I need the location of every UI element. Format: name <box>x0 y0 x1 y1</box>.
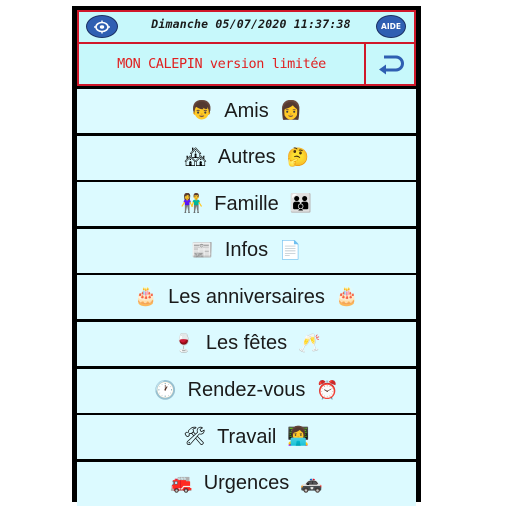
menu-item-label: Amis <box>224 99 269 122</box>
newspaper-icon: 📰 <box>191 239 214 261</box>
woman-laptop-icon: 👩‍💻 <box>287 426 310 448</box>
category-menu: 👦 Amis 👩 🏘 Autres 🤔 👫 Famille 👪 📰 Infos … <box>77 89 416 508</box>
gear-icon <box>94 20 110 33</box>
document-icon: 📄 <box>279 239 302 261</box>
menu-item-label: Rendez-vous <box>187 379 306 402</box>
houses-icon: 🏘 <box>183 146 207 168</box>
tools-icon: 🛠 <box>183 426 207 448</box>
settings-button[interactable] <box>86 15 118 38</box>
menu-item-label: Les anniversaires <box>168 285 325 308</box>
woman-icon: 👩 <box>279 100 303 121</box>
menu-item-amis[interactable]: 👦 Amis 👩 <box>77 89 416 133</box>
menu-item-urgences[interactable]: 🚒 Urgences 🚓 <box>77 461 416 506</box>
birthday-cake-icon: 🎂 <box>335 286 359 308</box>
title-bar: MON CALEPIN version limitée <box>77 44 416 86</box>
menu-item-anniversaires[interactable]: 🎂 Les anniversaires 🎂 <box>77 275 416 320</box>
couple-icon: 👫 <box>180 193 204 215</box>
menu-item-infos[interactable]: 📰 Infos 📄 <box>77 228 416 273</box>
menu-item-label: Travail <box>217 425 277 448</box>
menu-item-label: Infos <box>224 239 269 262</box>
police-car-icon: 🚓 <box>300 472 323 494</box>
status-bar: Dimanche 05/07/2020 11:37:38 AIDE <box>77 10 416 44</box>
app-window: Dimanche 05/07/2020 11:37:38 AIDE MON CA… <box>72 6 421 506</box>
alarm-clock-icon: ⏰ <box>316 379 339 401</box>
menu-item-famille[interactable]: 👫 Famille 👪 <box>77 182 416 227</box>
datetime-display: Dimanche 05/07/2020 11:37:38 <box>151 17 351 31</box>
menu-item-autres[interactable]: 🏘 Autres 🤔 <box>77 135 416 180</box>
clock-icon: 🕐 <box>154 379 177 401</box>
clinking-glasses-icon: 🥂 <box>298 332 321 354</box>
fire-truck-icon: 🚒 <box>170 472 193 494</box>
wine-glass-icon: 🍷 <box>172 332 195 354</box>
boy-icon: 👦 <box>190 100 214 121</box>
family-icon: 👪 <box>289 193 313 215</box>
menu-item-rendez-vous[interactable]: 🕐 Rendez-vous ⏰ <box>77 368 416 413</box>
menu-item-travail[interactable]: 🛠 Travail 👩‍💻 <box>77 415 416 460</box>
menu-item-label: Urgences <box>203 472 290 495</box>
page-title: MON CALEPIN version limitée <box>117 56 326 72</box>
help-button[interactable]: AIDE <box>376 15 406 38</box>
thinking-face-icon: 🤔 <box>286 146 310 168</box>
menu-item-label: Autres <box>217 146 276 169</box>
menu-item-label: Les fêtes <box>205 332 288 355</box>
birthday-cake-icon: 🎂 <box>134 286 158 308</box>
return-arrow-icon <box>379 55 404 75</box>
back-button[interactable] <box>366 44 416 84</box>
menu-item-label: Famille <box>214 192 279 215</box>
menu-item-fetes[interactable]: 🍷 Les fêtes 🥂 <box>77 321 416 366</box>
